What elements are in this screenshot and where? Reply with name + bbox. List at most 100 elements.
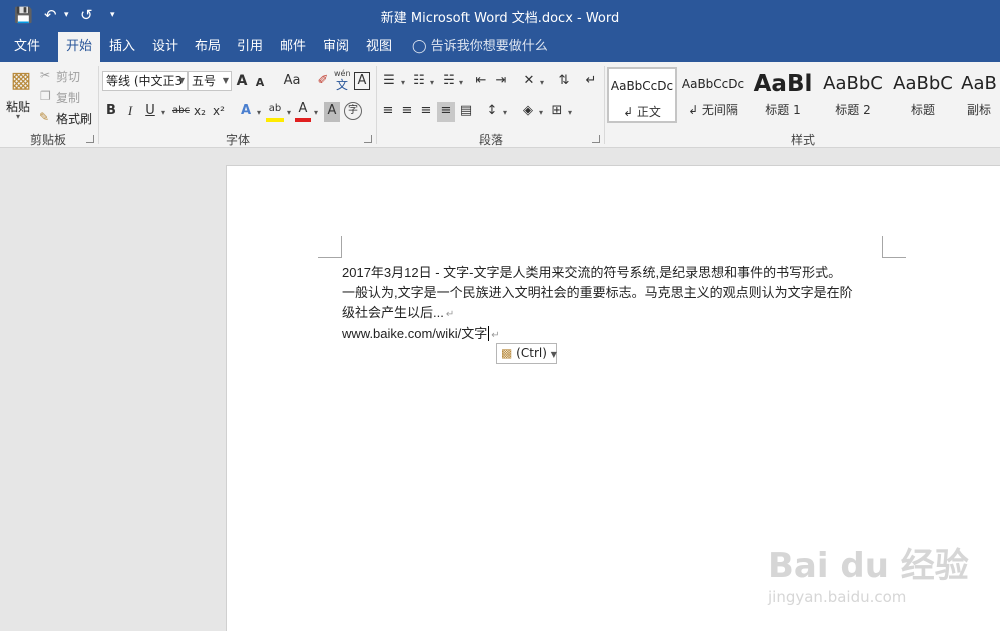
watermark-url: jingyan.baidu.com [768, 588, 907, 606]
format-painter-button[interactable]: 格式刷 [56, 110, 92, 127]
numbering-dropdown-icon[interactable]: ▾ [428, 74, 436, 94]
crop-mark-top-right [882, 236, 906, 258]
bullets-dropdown-icon[interactable]: ▾ [399, 74, 407, 94]
tab-design[interactable]: 设计 [144, 32, 186, 62]
style-sample: AaBl [753, 71, 813, 97]
cut-icon[interactable]: ✂ [40, 68, 50, 82]
style-no-spacing[interactable]: AaBbCcDc ↲ 无间隔 [678, 67, 748, 123]
shrink-font-icon[interactable]: A [254, 74, 266, 94]
title-bar: 💾 ↶ ▾ ↺ ▾ 新建 Microsoft Word 文档.docx - Wo… [0, 0, 1000, 32]
sort-icon[interactable]: ⇅ [555, 72, 573, 92]
format-painter-icon[interactable]: ✎ [39, 110, 49, 124]
italic-icon[interactable]: I [124, 102, 136, 122]
grow-font-icon[interactable]: A [235, 72, 249, 92]
document-text-line[interactable]: 一般认为,文字是一个民族进入文明社会的重要标志。马克思主义的观点则认为文字是在阶 [342, 282, 853, 301]
increase-indent-icon[interactable]: ⇥ [492, 72, 510, 92]
enclose-characters-icon[interactable]: 字 [344, 102, 362, 120]
copy-button[interactable]: 复制 [56, 89, 80, 106]
style-sample: AaBbCcDc [681, 77, 745, 91]
highlight-color-icon[interactable]: ab [266, 100, 284, 122]
clipboard-launcher-icon[interactable] [86, 135, 94, 143]
clipboard-group-label: 剪贴板 [29, 133, 66, 147]
document-text-line[interactable]: www.baike.com/wiki/文字 ↵ [342, 323, 500, 342]
style-sample: AaBbC [893, 73, 953, 94]
character-border-icon[interactable]: A [354, 72, 370, 90]
tab-insert[interactable]: 插入 [101, 32, 143, 62]
shading-dropdown-icon[interactable]: ▾ [537, 104, 545, 124]
line-spacing-icon[interactable]: ↕ [484, 102, 500, 122]
tab-home[interactable]: 开始 [58, 32, 101, 62]
style-name: ↲ 正文 [623, 105, 661, 119]
font-color-icon[interactable]: A [295, 100, 311, 122]
document-text-line[interactable]: 2017年3月12日 - 文字-文字是人类用来交流的符号系统,是纪录思想和事件的… [342, 262, 841, 281]
align-left-icon[interactable]: ≡ [380, 102, 396, 122]
borders-icon[interactable]: ⊞ [549, 102, 565, 122]
show-marks-icon[interactable]: ↵ [582, 72, 600, 92]
copy-icon[interactable]: ❐ [40, 89, 51, 103]
style-title[interactable]: AaBbC 标题 [888, 67, 958, 123]
line-text: 级社会产生以后... [342, 305, 444, 320]
underline-icon[interactable]: U [143, 102, 157, 122]
borders-dropdown-icon[interactable]: ▾ [566, 104, 574, 124]
align-right-icon[interactable]: ≡ [418, 102, 434, 122]
tell-me-box[interactable]: ◯ 告诉我你想要做什么 [404, 32, 556, 62]
style-heading-1[interactable]: AaBl 标题 1 [748, 67, 818, 123]
font-name-dropdown[interactable]: 等线 (中文正3 ▼ [102, 71, 188, 91]
paste-icon[interactable]: ▩ [6, 66, 36, 96]
font-launcher-icon[interactable] [364, 135, 372, 143]
multilevel-list-icon[interactable]: ☵ [440, 72, 458, 92]
text-effects-dropdown-icon[interactable]: ▾ [255, 104, 263, 124]
tab-references[interactable]: 引用 [229, 32, 271, 62]
tab-view[interactable]: 视图 [358, 32, 400, 62]
tab-review[interactable]: 审阅 [315, 32, 357, 62]
align-center-icon[interactable]: ≡ [399, 102, 415, 122]
bold-icon[interactable]: B [104, 102, 118, 122]
group-divider [98, 66, 99, 144]
distributed-icon[interactable]: ▤ [458, 102, 474, 122]
clear-formatting-icon[interactable]: ✐ [316, 72, 330, 92]
chevron-down-icon: ▼ [222, 76, 229, 85]
ribbon-home: ▩ 粘贴 ▾ ✂ 剪切 ❐ 复制 ✎ 格式刷 剪贴板 等线 (中文正3 ▼ 五号… [0, 62, 1000, 148]
superscript-icon[interactable]: x² [212, 102, 226, 122]
chinese-layout-icon[interactable]: ✕ [520, 72, 538, 92]
window-title: 新建 Microsoft Word 文档.docx - Word [380, 11, 620, 26]
font-color-dropdown-icon[interactable]: ▾ [312, 104, 320, 124]
chevron-down-icon: ▼ [178, 76, 185, 85]
justify-icon[interactable]: ≡ [437, 102, 455, 122]
strikethrough-icon[interactable]: abc [170, 102, 192, 122]
text-cursor [488, 326, 490, 341]
style-name: 标题 [910, 103, 935, 117]
style-normal[interactable]: AaBbCcDc ↲ 正文 [607, 67, 677, 123]
document-text-line[interactable]: 级社会产生以后... ↵ [342, 302, 454, 321]
tab-file[interactable]: 文件 [6, 32, 48, 62]
bullets-icon[interactable]: ☰ [380, 72, 398, 92]
paste-options-button[interactable]: ▩ (Ctrl) ▼ [496, 343, 557, 364]
highlight-dropdown-icon[interactable]: ▾ [285, 104, 293, 124]
decrease-indent-icon[interactable]: ⇤ [472, 72, 490, 92]
baidu-watermark: Bai du 经验 jingyan.baidu.com [768, 524, 998, 614]
line-spacing-dropdown-icon[interactable]: ▾ [501, 104, 509, 124]
numbering-icon[interactable]: ☷ [410, 72, 428, 92]
change-case-icon[interactable]: Aa [280, 72, 304, 92]
style-subtitle[interactable]: AaB 副标 [958, 67, 1000, 123]
font-size-dropdown[interactable]: 五号 ▼ [188, 71, 232, 91]
cut-button[interactable]: 剪切 [56, 68, 80, 85]
chinese-layout-dropdown-icon[interactable]: ▾ [538, 74, 546, 94]
font-name-value: 等线 (中文正3 [106, 74, 183, 88]
group-divider [376, 66, 377, 144]
pinyin-guide-char: 文 [335, 78, 348, 92]
line-text: www.baike.com/wiki/文字 [342, 326, 488, 341]
paste-dropdown-icon[interactable]: ▾ [16, 112, 20, 121]
shading-icon[interactable]: ◈ [520, 102, 536, 122]
style-name: 副标 [966, 103, 991, 117]
style-name: 标题 1 [765, 103, 801, 117]
multilevel-dropdown-icon[interactable]: ▾ [457, 74, 465, 94]
character-shading-icon[interactable]: A [324, 102, 340, 122]
underline-dropdown-icon[interactable]: ▾ [159, 104, 167, 124]
subscript-icon[interactable]: x₂ [193, 102, 207, 122]
style-heading-2[interactable]: AaBbC 标题 2 [818, 67, 888, 123]
text-effects-icon[interactable]: A [238, 102, 254, 122]
tab-mailings[interactable]: 邮件 [272, 32, 314, 62]
paragraph-launcher-icon[interactable] [592, 135, 600, 143]
tab-layout[interactable]: 布局 [187, 32, 229, 62]
